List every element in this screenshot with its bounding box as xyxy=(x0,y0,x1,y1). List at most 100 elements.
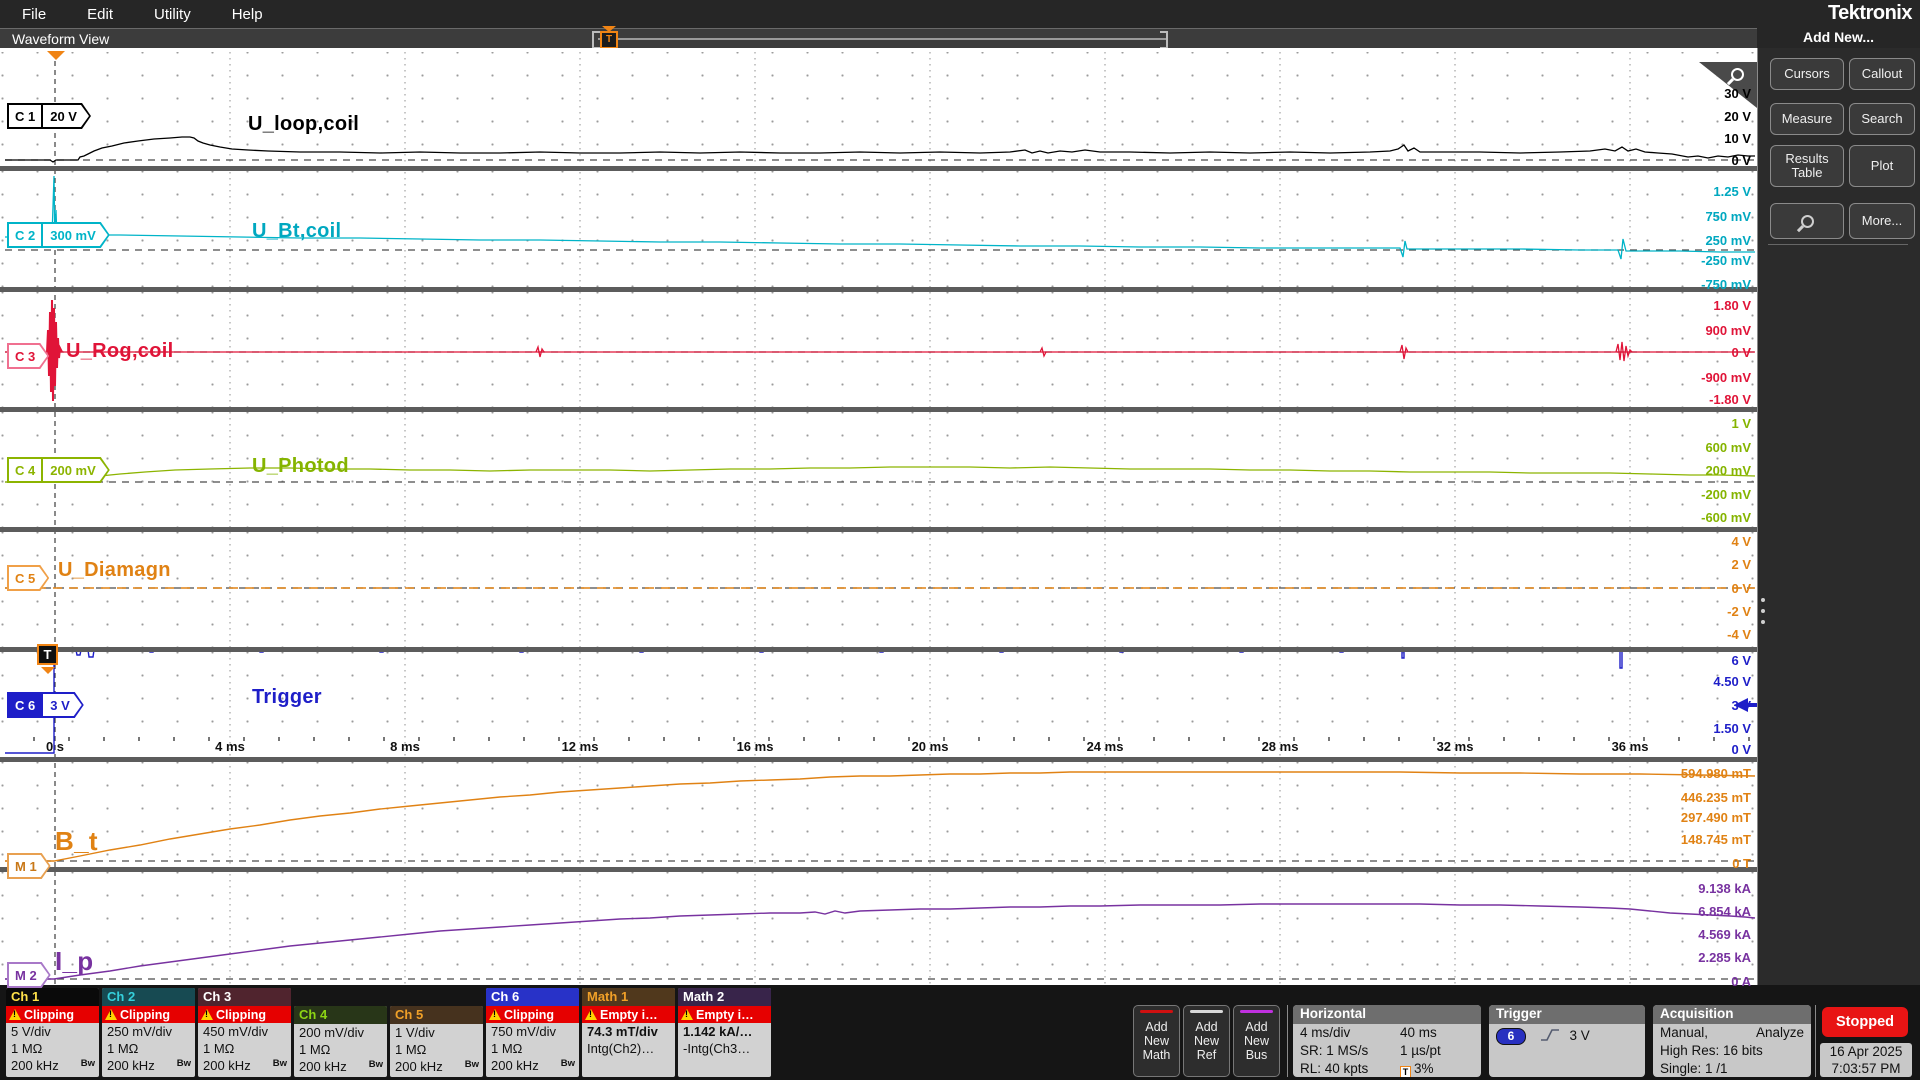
channel-name-c1[interactable]: U_loop,coil xyxy=(248,113,359,136)
channel-name-c6[interactable]: Trigger xyxy=(252,686,322,709)
scale-label: 6.854 kA xyxy=(1621,904,1751,919)
menu-file[interactable]: File xyxy=(22,6,46,23)
scale-label: 1 V xyxy=(1621,416,1751,431)
add-new-ref-button[interactable]: Add New Ref xyxy=(1183,1005,1230,1077)
channel-badge-c1[interactable]: C 120 V xyxy=(7,103,91,129)
ch5-badge[interactable]: Ch 5 1 V/div 1 MΩ 200 kHzBw xyxy=(390,1006,483,1077)
horizontal-sample-row: SR: 1 MS/s1 µs/pt xyxy=(1293,1042,1481,1060)
add-new-panel-title: Add New... xyxy=(1757,28,1920,48)
scale-label: 594.980 mT xyxy=(1621,766,1751,781)
trigger-panel[interactable]: Trigger 6 3 V xyxy=(1489,1005,1645,1077)
waveform-grid-area[interactable]: T C 120 V C 2300 mV C 3 C 4200 mV C 5 C … xyxy=(0,48,1757,985)
panel-drag-handle[interactable] xyxy=(1761,598,1765,631)
callout-button[interactable]: Callout xyxy=(1849,58,1915,90)
channel-badge-c3[interactable]: C 3 xyxy=(7,343,49,369)
ch4-badge[interactable]: Ch 4 200 mV/div 1 MΩ 200 kHzBw xyxy=(294,1006,387,1077)
trigger-position-arrow-icon[interactable] xyxy=(47,51,65,60)
channel-name-c2[interactable]: U_Bt,coil xyxy=(252,220,341,243)
search-button[interactable]: Search xyxy=(1849,103,1915,135)
scale-label: -1.80 V xyxy=(1621,392,1751,407)
scale-label: 20 V xyxy=(1621,109,1751,124)
minimap-line[interactable] xyxy=(598,38,1166,40)
math-badge-m2[interactable]: M 2 xyxy=(7,962,51,988)
slice-separator[interactable] xyxy=(0,287,1757,292)
math2-scale: 1.142 kA/… xyxy=(678,1023,771,1040)
badge-scale: 3 V xyxy=(41,694,82,716)
badge-id: M 2 xyxy=(9,964,49,986)
more-button[interactable]: More... xyxy=(1849,203,1915,239)
ch5-scale: 1 V/div xyxy=(390,1024,483,1041)
menu-edit[interactable]: Edit xyxy=(87,6,113,23)
scale-label: 900 mV xyxy=(1621,323,1751,338)
waveform-view-titlebar: Waveform View T xyxy=(0,28,1757,48)
trigger-source-badge: 6 xyxy=(1496,1028,1526,1045)
trigger-title: Trigger xyxy=(1489,1005,1645,1024)
cursors-button[interactable]: Cursors xyxy=(1770,58,1844,90)
ch4-bandwidth: 200 kHzBw xyxy=(294,1058,387,1075)
scale-label: -750 mV xyxy=(1621,277,1751,292)
channel-badge-c6[interactable]: C 63 V xyxy=(7,692,84,718)
scale-label: 30 V xyxy=(1621,86,1751,101)
math-badge-m1[interactable]: M 1 xyxy=(7,853,51,879)
acquisition-single-row: Single: 1 /1 xyxy=(1653,1060,1811,1077)
bw-limit-icon: Bw xyxy=(81,1055,95,1072)
ch4-title: Ch 4 xyxy=(294,1006,387,1024)
channel-name-m1[interactable]: B_t xyxy=(55,826,98,857)
add-new-bus-button[interactable]: Add New Bus xyxy=(1233,1005,1280,1077)
ch4-scale: 200 mV/div xyxy=(294,1024,387,1041)
channel-name-c4[interactable]: U_Photod xyxy=(252,455,349,478)
add-new-math-button[interactable]: Add New Math xyxy=(1133,1005,1180,1077)
acquisition-panel[interactable]: Acquisition Manual,Analyze High Res: 16 … xyxy=(1653,1005,1811,1077)
channel-badge-c5[interactable]: C 5 xyxy=(7,565,49,591)
measure-button[interactable]: Measure xyxy=(1770,103,1844,135)
scale-label: 2 V xyxy=(1621,557,1751,572)
horizontal-panel[interactable]: Horizontal 4 ms/div40 ms SR: 1 MS/s1 µs/… xyxy=(1293,1005,1481,1077)
ch1-badge[interactable]: Ch 1 Clipping 5 V/div 1 MΩ 200 kHzBw xyxy=(6,988,99,1077)
slice-separator[interactable] xyxy=(0,757,1757,762)
badge-scale: 300 mV xyxy=(41,224,108,246)
scale-label: -2 V xyxy=(1621,604,1751,619)
plot-button[interactable]: Plot xyxy=(1849,145,1915,187)
menu-utility[interactable]: Utility xyxy=(154,6,191,23)
scale-label: 9.138 kA xyxy=(1621,881,1751,896)
trigger-level-marker-icon[interactable]: T xyxy=(37,644,58,665)
math1-badge[interactable]: Math 1 Empty i… 74.3 mT/div Intg(Ch2)… xyxy=(582,988,675,1077)
slice-separator[interactable] xyxy=(0,527,1757,532)
scale-label: 4.569 kA xyxy=(1621,927,1751,942)
ch2-title: Ch 2 xyxy=(102,988,195,1006)
date-label: 16 Apr 2025 xyxy=(1820,1043,1912,1060)
results-table-button[interactable]: Results Table xyxy=(1770,145,1844,187)
slice-separator[interactable] xyxy=(0,867,1757,872)
ch2-badge[interactable]: Ch 2 Clipping 250 mV/div 1 MΩ 200 kHzBw xyxy=(102,988,195,1077)
scale-label: -900 mV xyxy=(1621,370,1751,385)
warning-icon xyxy=(585,1009,597,1020)
menu-help[interactable]: Help xyxy=(232,6,263,23)
run-stop-status-button[interactable]: Stopped xyxy=(1822,1007,1908,1037)
zoom-select-button[interactable] xyxy=(1770,203,1844,239)
channel-name-c3[interactable]: U_Rog,coil xyxy=(66,340,173,363)
slice-separator[interactable] xyxy=(0,407,1757,412)
time-label: 36 ms xyxy=(1612,739,1649,754)
minimap-right-bracket[interactable] xyxy=(1160,31,1168,49)
scale-label: 600 mV xyxy=(1621,440,1751,455)
time-label: 24 ms xyxy=(1087,739,1124,754)
trigger-level-value: 3 V xyxy=(1570,1028,1590,1043)
scale-label: 1.50 V xyxy=(1621,721,1751,736)
time-label: 0 s xyxy=(46,739,64,754)
math1-warning: Empty i… xyxy=(582,1006,675,1023)
time-label: 12 ms xyxy=(562,739,599,754)
slice-separator[interactable] xyxy=(0,166,1757,171)
ch6-badge[interactable]: Ch 6 Clipping 750 mV/div 1 MΩ 200 kHzBw xyxy=(486,988,579,1077)
channel-name-m2[interactable]: I_p xyxy=(55,946,93,977)
time-label: 4 ms xyxy=(215,739,245,754)
ch3-badge[interactable]: Ch 3 Clipping 450 mV/div 1 MΩ 200 kHzBw xyxy=(198,988,291,1077)
math2-badge[interactable]: Math 2 Empty i… 1.142 kA/… -Intg(Ch3… xyxy=(678,988,771,1077)
channel-badge-c2[interactable]: C 2300 mV xyxy=(7,222,110,248)
slice-separator[interactable] xyxy=(0,647,1757,652)
minimap-trigger-icon[interactable]: T xyxy=(600,31,618,49)
minimap-left-bracket[interactable] xyxy=(592,31,600,49)
badge-scale: 200 mV xyxy=(41,459,108,481)
bw-limit-icon: Bw xyxy=(465,1056,479,1073)
channel-badge-c4[interactable]: C 4200 mV xyxy=(7,457,110,483)
channel-name-c5[interactable]: U_Diamagn xyxy=(58,559,171,582)
